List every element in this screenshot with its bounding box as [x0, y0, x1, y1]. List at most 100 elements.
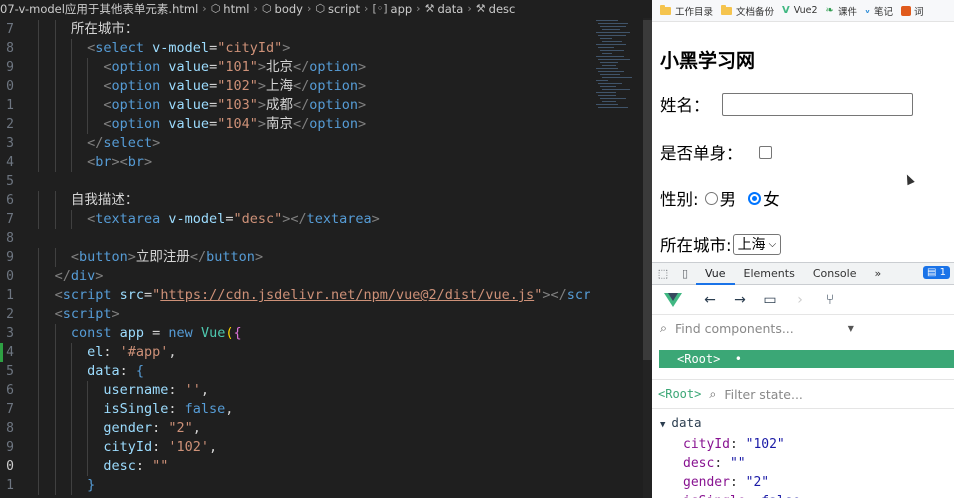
state-prop[interactable]: cityId: "102" [683, 437, 785, 452]
bookmark-label: Vue2 [793, 5, 818, 16]
data-section-label: data [671, 415, 702, 430]
indent-guide [54, 191, 56, 210]
indent-guide [54, 400, 56, 419]
bookmark-notes[interactable]: ᵥ 笔记 [865, 4, 893, 18]
indent-guide [87, 96, 89, 115]
indent-guide [54, 362, 56, 381]
bookmark-app[interactable]: 词 [900, 4, 924, 18]
code-line: <script> [54, 306, 120, 322]
tab-vue[interactable]: Vue [696, 263, 735, 285]
gender-female-radio[interactable] [748, 191, 762, 205]
indent-guide [54, 39, 56, 58]
folder-icon [660, 4, 671, 15]
prop-value: false [761, 494, 800, 498]
state-prop[interactable]: gender: "2" [683, 475, 769, 490]
prop-value: "102" [745, 437, 785, 452]
minimap-line [602, 89, 630, 90]
chevron-right-icon: › [797, 291, 803, 308]
prop-value: "2" [745, 475, 770, 490]
prop-key: desc [683, 456, 715, 471]
indent-guide [54, 438, 56, 457]
wrench-icon: ⚒ [475, 2, 486, 15]
rendered-page: 小黑学习网 姓名： 是否单身： 性别: 男 女 所在城市: 上海 ⌵ [652, 22, 954, 262]
issues-badge[interactable]: ▤ 1 [922, 266, 950, 279]
code-area[interactable]: 所在城市： <select v-model="cityId"> <option va… [0, 20, 590, 498]
single-checkbox[interactable] [758, 145, 772, 159]
breadcrumb-file[interactable]: 07-v-model应用于其他表单元素.html [0, 0, 198, 18]
code-line: 所在城市： [70, 21, 139, 37]
bookmark-label: 课件 [837, 6, 857, 18]
single-row: 是否单身： [660, 140, 772, 164]
minimap-line [600, 26, 626, 27]
bookmark-doc-backup[interactable]: 文档备份 [721, 4, 774, 18]
code-line: } [87, 477, 96, 493]
single-label: 是否单身： [660, 144, 743, 163]
state-prop[interactable]: isSingle: false [683, 494, 800, 498]
gender-male-radio[interactable] [704, 191, 718, 205]
root-component-node[interactable]: <Root> • [659, 350, 954, 368]
code-line: <script src="https://cdn.jsdelivr.net/np… [54, 287, 590, 303]
code-line: cityId: '102', [103, 439, 218, 455]
editor-scrollbar-thumb[interactable] [643, 20, 652, 360]
indent-guide [70, 77, 72, 96]
chevron-right-icon: › [416, 2, 421, 15]
minimap-line [598, 23, 628, 24]
more-tabs-button[interactable]: » [865, 263, 890, 285]
indent-guide [70, 438, 72, 457]
code-line: 自我描述： [70, 192, 139, 208]
window-icon[interactable]: ▭ [762, 292, 778, 308]
caret-down-icon[interactable]: ▼ [848, 324, 854, 333]
indent-guide [87, 419, 89, 438]
name-input[interactable] [721, 92, 913, 116]
minimap-line [600, 38, 612, 39]
bookmark-work-dir[interactable]: 工作目录 [660, 4, 713, 18]
indent-guide [38, 286, 40, 305]
indent-guide [38, 381, 40, 400]
city-select[interactable]: 上海 ⌵ [732, 233, 782, 255]
breadcrumb-label: html [223, 2, 250, 16]
code-line: username: '', [103, 382, 210, 398]
bookmark-vue2[interactable]: V Vue2 [782, 5, 818, 16]
code-line: <textarea v-model="desc"></textarea> [87, 211, 380, 227]
tab-elements[interactable]: Elements [735, 263, 804, 285]
breadcrumb-item-script[interactable]: ⬡ script [315, 0, 360, 18]
arrow-left-icon[interactable]: ← [702, 292, 718, 308]
city-select-value: 上海 [737, 237, 766, 253]
breadcrumb-item-desc[interactable]: ⚒ desc [476, 0, 516, 18]
leaf-icon: ❧ [825, 5, 834, 16]
cube-icon: ⬡ [315, 2, 325, 15]
tab-console[interactable]: Console [804, 263, 866, 285]
find-components-input[interactable]: Find components... [675, 321, 794, 336]
minimap[interactable] [592, 18, 640, 118]
bookmarks-bar: 工作目录 文档备份 V Vue2 ❧ 课件 ᵥ 笔记 词 [652, 0, 954, 22]
find-components-row[interactable]: ⌕ Find components... ▼ [652, 315, 954, 341]
chevron-down-icon: ⌵ [768, 238, 777, 250]
minimap-line [602, 29, 620, 30]
indent-guide [54, 134, 56, 153]
indent-guide [54, 476, 56, 495]
wrench-icon: ⚒ [424, 2, 435, 15]
git-change-marker [0, 343, 3, 362]
data-section-header[interactable]: ▼ data [660, 415, 702, 430]
breadcrumb-item-html[interactable]: ⬡ html [211, 0, 250, 18]
code-editor[interactable]: 07-v-model应用于其他表单元素.html › ⬡ html › ⬡ body… [0, 0, 652, 498]
component-tree-icon[interactable]: ⑂ [822, 292, 838, 308]
indent-guide [54, 419, 56, 438]
minimap-line [602, 53, 612, 54]
breadcrumb-item-data[interactable]: ⚒ data [425, 0, 464, 18]
indent-guide [87, 115, 89, 134]
gender-row: 性别: 男 女 [660, 186, 780, 210]
breadcrumb-item-body[interactable]: ⬡ body [262, 0, 303, 18]
device-toolbar-icon[interactable]: ▯ [674, 267, 696, 280]
bookmark-courseware[interactable]: ❧ 课件 [826, 4, 857, 18]
indent-guide [70, 210, 72, 229]
indent-guide [87, 400, 89, 419]
state-prop[interactable]: desc: "" [683, 456, 746, 471]
indent-guide [70, 39, 72, 58]
arrow-right-icon[interactable]: → [732, 292, 748, 308]
breadcrumb-item-app[interactable]: [◦] app [372, 0, 412, 18]
indent-guide [54, 324, 56, 343]
inspect-element-icon[interactable]: ⬚ [652, 267, 674, 280]
filter-state-input[interactable]: Filter state... [724, 387, 803, 402]
chevron-right-icon: › [253, 2, 258, 15]
